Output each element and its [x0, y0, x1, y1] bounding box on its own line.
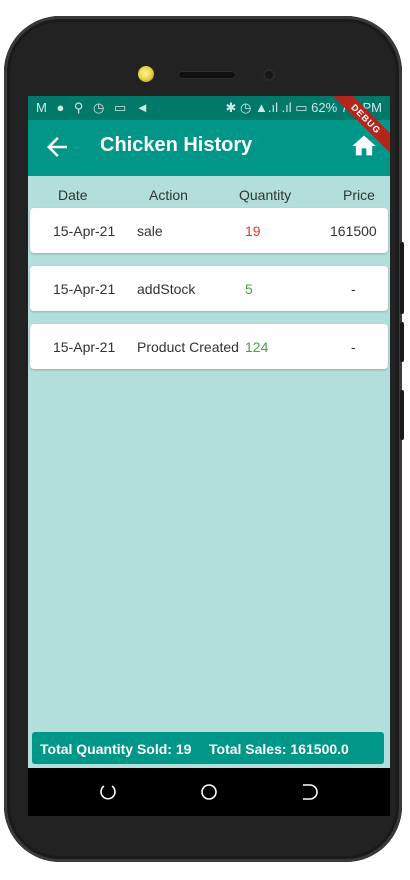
column-header-date: Date [58, 187, 88, 203]
phone-frame: M ● ⚲ ◷ ▭ ◄ ✱ ◷ ▲.ıl .ıl ▭ 62% 7:2 PM Ch… [4, 16, 404, 862]
history-row[interactable]: 15-Apr-21 sale 19 161500 [30, 208, 388, 253]
row-date: 15-Apr-21 [53, 339, 116, 355]
column-header-action: Action [149, 187, 188, 203]
row-price: 161500 [330, 223, 377, 239]
back-nav-icon[interactable] [299, 782, 319, 802]
status-icons-left: M ● ⚲ ◷ ▭ ◄ [36, 100, 152, 115]
column-header-price: Price [343, 187, 375, 203]
row-action: addStock [137, 281, 196, 297]
earpiece-speaker [178, 71, 236, 79]
app-bar: Chicken History [28, 120, 390, 176]
row-price: - [351, 339, 356, 355]
column-header-quantity: Quantity [239, 187, 292, 203]
status-bar: M ● ⚲ ◷ ▭ ◄ ✱ ◷ ▲.ıl .ıl ▭ 62% 7:2 PM [28, 96, 390, 120]
recent-apps-icon[interactable] [98, 782, 118, 802]
app-screen: M ● ⚲ ◷ ▭ ◄ ✱ ◷ ▲.ıl .ıl ▭ 62% 7:2 PM Ch… [28, 96, 390, 816]
table-header: Date Action Quantity Price [28, 176, 390, 210]
home-circle-icon[interactable] [199, 782, 219, 802]
history-row[interactable]: 15-Apr-21 Product Created 124 - [30, 324, 388, 369]
total-quantity-label: Total Quantity Sold: 19 [40, 741, 192, 757]
row-date: 15-Apr-21 [53, 223, 116, 239]
proximity-sensor [263, 69, 275, 81]
row-quantity: 19 [245, 223, 261, 239]
row-date: 15-Apr-21 [53, 281, 116, 297]
total-sales-label: Total Sales: 161500.0 [209, 741, 349, 757]
volume-button-lower [400, 322, 404, 362]
volume-button [400, 242, 404, 314]
row-action: sale [137, 223, 163, 239]
summary-bar: Total Quantity Sold: 19 Total Sales: 161… [32, 732, 384, 764]
page-title: Chicken History [100, 134, 253, 156]
status-icons-right: ✱ ◷ ▲.ıl .ıl ▭ 62% 7:2 PM [225, 100, 382, 115]
row-quantity: 5 [245, 281, 253, 297]
home-icon[interactable] [350, 132, 378, 160]
history-row[interactable]: 15-Apr-21 addStock 5 - [30, 266, 388, 311]
arrow-back-icon[interactable] [42, 132, 72, 162]
row-quantity: 124 [245, 339, 269, 355]
row-price: - [351, 281, 356, 297]
power-button [400, 390, 404, 440]
android-nav-bar [28, 768, 390, 816]
front-camera-icon [138, 66, 154, 82]
row-action: Product Created [137, 339, 239, 355]
